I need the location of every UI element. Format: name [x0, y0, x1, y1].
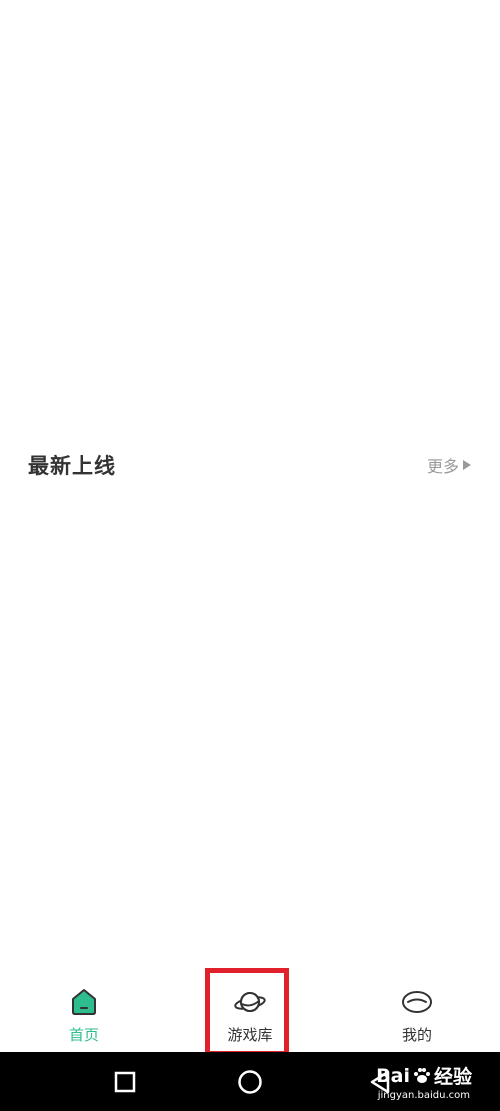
- tab-mine[interactable]: 我的: [357, 970, 477, 1052]
- latest-online-section-header: 最新上线 更多: [0, 444, 500, 484]
- more-label: 更多: [426, 457, 459, 476]
- tab-home[interactable]: 首页: [24, 970, 144, 1052]
- watermark-brand: Bai: [376, 1064, 410, 1087]
- tab-home-label: 首页: [68, 1026, 99, 1044]
- watermark-brand-suffix: 经验: [433, 1066, 472, 1088]
- tab-game-library-label: 游戏库: [227, 1026, 273, 1044]
- tab-game-library[interactable]: 游戏库: [190, 970, 310, 1052]
- face-icon: [400, 986, 434, 1018]
- section-title: 最新上线: [28, 454, 116, 478]
- baidu-jingyan-watermark: Bai 经验: [376, 1062, 472, 1089]
- bottom-tab-bar: 首页 游戏库 我的: [0, 970, 500, 1052]
- planet-icon: [233, 986, 267, 1018]
- home-button[interactable]: [230, 1052, 270, 1111]
- tab-mine-label: 我的: [401, 1026, 432, 1044]
- recent-apps-button[interactable]: [105, 1052, 145, 1111]
- square-icon: [114, 1071, 136, 1092]
- app-screen: 最新上线 更多 首页 游戏库 我的 Bai 经验 jingyan.baidu.c…: [0, 0, 500, 1111]
- paw-icon: [413, 1067, 430, 1083]
- more-link[interactable]: 更多: [427, 453, 472, 477]
- play-arrow-icon: [463, 460, 471, 470]
- circle-icon: [238, 1069, 262, 1094]
- watermark-url: jingyan.baidu.com: [377, 1090, 470, 1101]
- home-icon: [67, 986, 101, 1018]
